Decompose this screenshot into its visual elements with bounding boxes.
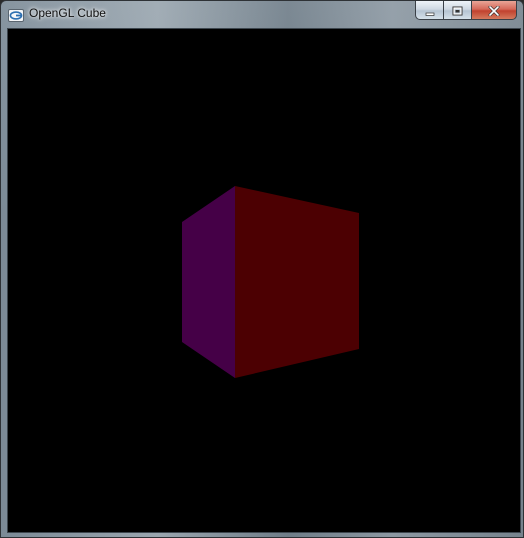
maximize-button[interactable]: [443, 1, 471, 20]
title-bar[interactable]: OpenGL Cube: [1, 1, 523, 27]
caption-buttons: [415, 1, 517, 20]
app-window: OpenGL Cube: [0, 0, 524, 538]
close-icon: [488, 1, 500, 20]
minimize-icon: [425, 1, 435, 20]
maximize-icon: [452, 1, 463, 20]
opengl-app-icon[interactable]: [8, 7, 24, 22]
cube-scene: [182, 186, 359, 378]
cube-side-face: [182, 186, 235, 378]
close-button[interactable]: [471, 1, 517, 20]
opengl-viewport[interactable]: [7, 28, 521, 533]
window-title: OpenGL Cube: [29, 6, 106, 20]
cube-front-face: [235, 186, 359, 378]
minimize-button[interactable]: [415, 1, 443, 20]
